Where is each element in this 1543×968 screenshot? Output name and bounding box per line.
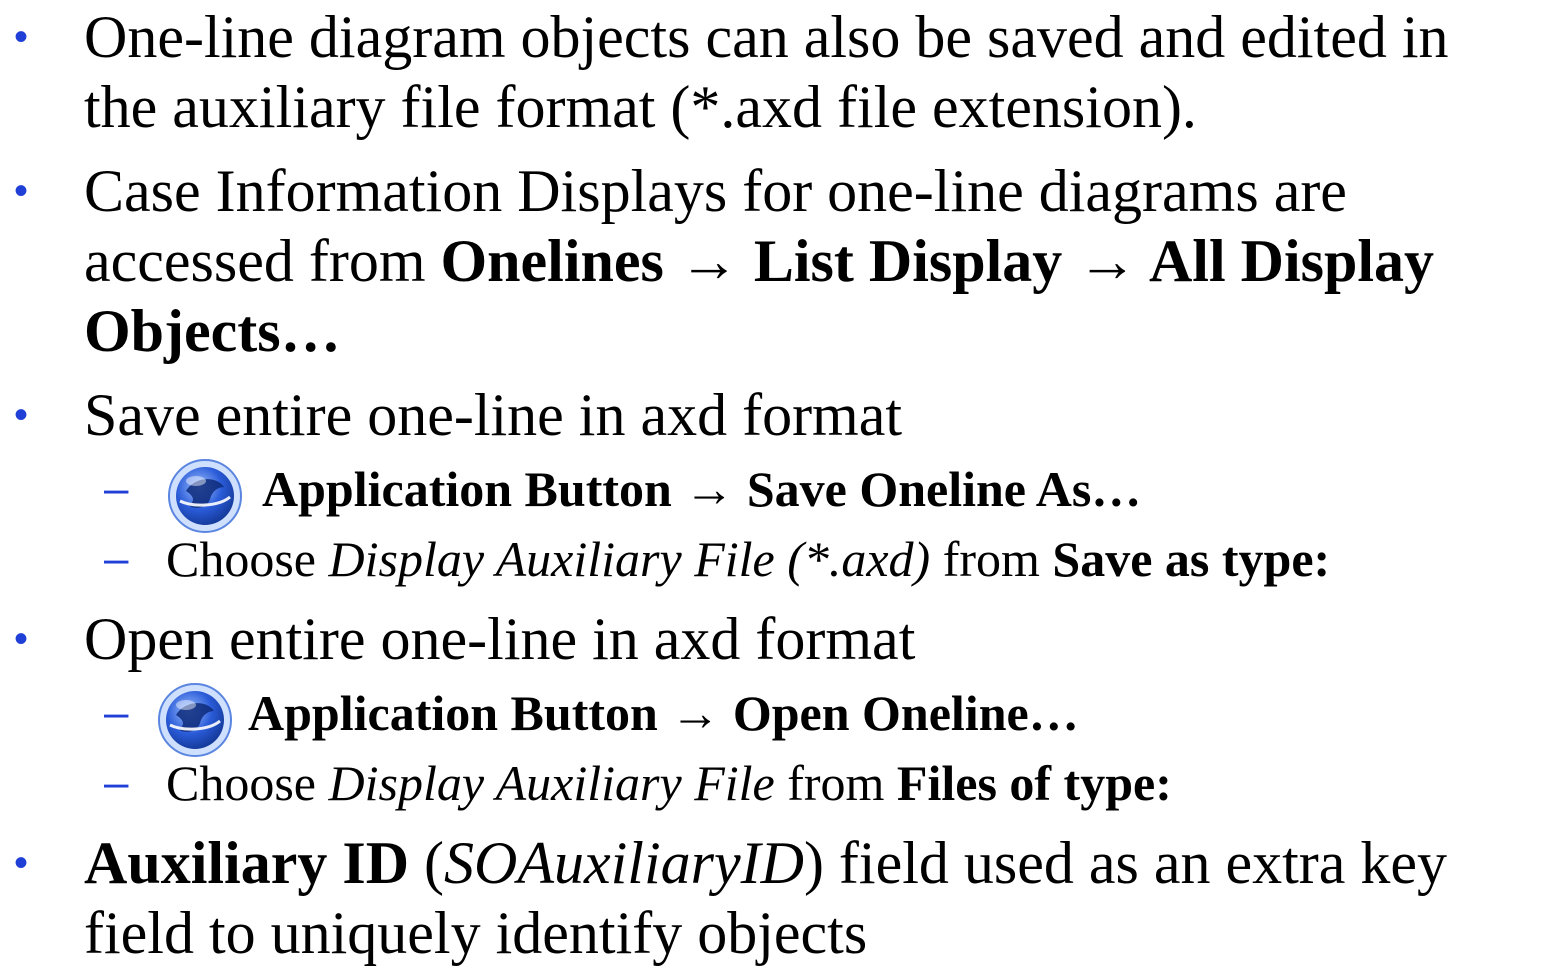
sub-item-files-of-type: – Choose Display Auxiliary File from Fil…	[0, 748, 1543, 818]
menu-path-all-display: All Display	[1148, 228, 1435, 294]
field-name-auxiliary-id: Auxiliary ID	[84, 830, 410, 896]
sub-text: Choose Display Auxiliary File from Files…	[166, 748, 1172, 818]
arrow-icon: →	[684, 461, 735, 517]
sub-marker: –	[104, 688, 129, 737]
text-plain: ) field used as an extra key	[803, 830, 1448, 896]
sub-marker: –	[104, 758, 129, 807]
arrow-icon: →	[670, 685, 721, 741]
bullet-marker: •	[14, 393, 29, 437]
menu-path-save-oneline-as: Save Oneline As…	[746, 461, 1142, 517]
field-label-files-of-type: Files of type:	[896, 755, 1172, 811]
field-label-save-as-type: Save as type:	[1052, 531, 1331, 587]
bullet-marker: •	[14, 617, 29, 661]
bullet-line: Objects…	[84, 296, 1539, 366]
menu-path-open-oneline: Open Oneline…	[732, 685, 1079, 741]
text-plain: from	[774, 755, 897, 811]
menu-path-onelines: Onelines	[440, 228, 664, 294]
sub-item-save-as-type: – Choose Display Auxiliary File (*.axd) …	[0, 524, 1543, 594]
slide: • One-line diagram objects can also be s…	[0, 0, 1543, 966]
bullet-line: Case Information Displays for one-line d…	[84, 158, 1347, 224]
sub-marker: –	[104, 534, 129, 583]
sub-marker: –	[104, 464, 129, 513]
text-plain: from	[930, 531, 1053, 587]
field-variable-name: SOAuxiliaryID	[444, 830, 804, 896]
sub-item-open-oneline: – Application Button → Open Oneline…	[0, 678, 1543, 757]
sub-text: Choose Display Auxiliary File (*.axd) fr…	[166, 524, 1330, 594]
menu-path-objects: Objects…	[84, 298, 341, 364]
file-type-name: Display Auxiliary File	[328, 755, 775, 811]
bullet-marker: •	[14, 15, 29, 59]
bullet-text: Case Information Displays for one-line d…	[84, 156, 1539, 366]
text-plain: Choose	[166, 531, 329, 587]
bullet-marker: •	[14, 841, 29, 885]
bullet-line: field to uniquely identify objects	[84, 900, 868, 966]
sub-text: Application Button → Save Oneline As…	[262, 454, 1141, 524]
menu-path-application-button: Application Button	[248, 685, 658, 741]
bullet-line: Auxiliary ID (SOAuxiliaryID) field used …	[84, 828, 1539, 898]
text-plain: accessed from	[84, 228, 441, 294]
text-plain: Choose	[166, 755, 329, 811]
menu-path-application-button: Application Button	[262, 461, 672, 517]
bullet-text: Save entire one-line in axd format	[84, 382, 903, 448]
bullet-text: Open entire one-line in axd format	[84, 606, 916, 672]
menu-path-list-display: List Display	[753, 228, 1063, 294]
arrow-icon: →	[678, 228, 739, 294]
arrow-icon: →	[1077, 228, 1138, 294]
file-type-name: Display Auxiliary File (*.axd)	[328, 531, 931, 587]
text-plain: (	[409, 830, 445, 896]
bullet-text: Auxiliary ID (SOAuxiliaryID) field used …	[84, 828, 1539, 968]
bullet-line: the auxiliary file format (*.axd file ex…	[84, 74, 1197, 140]
sub-text: Application Button → Open Oneline…	[248, 678, 1079, 748]
sub-item-save-oneline-as: – Application Button → Save Oneline As…	[0, 454, 1543, 533]
bullet-marker: •	[14, 169, 29, 213]
bullet-line: One-line diagram objects can also be sav…	[84, 4, 1449, 70]
bullet-text: One-line diagram objects can also be sav…	[84, 2, 1539, 142]
bullet-line: accessed from Onelines → List Display → …	[84, 226, 1539, 296]
